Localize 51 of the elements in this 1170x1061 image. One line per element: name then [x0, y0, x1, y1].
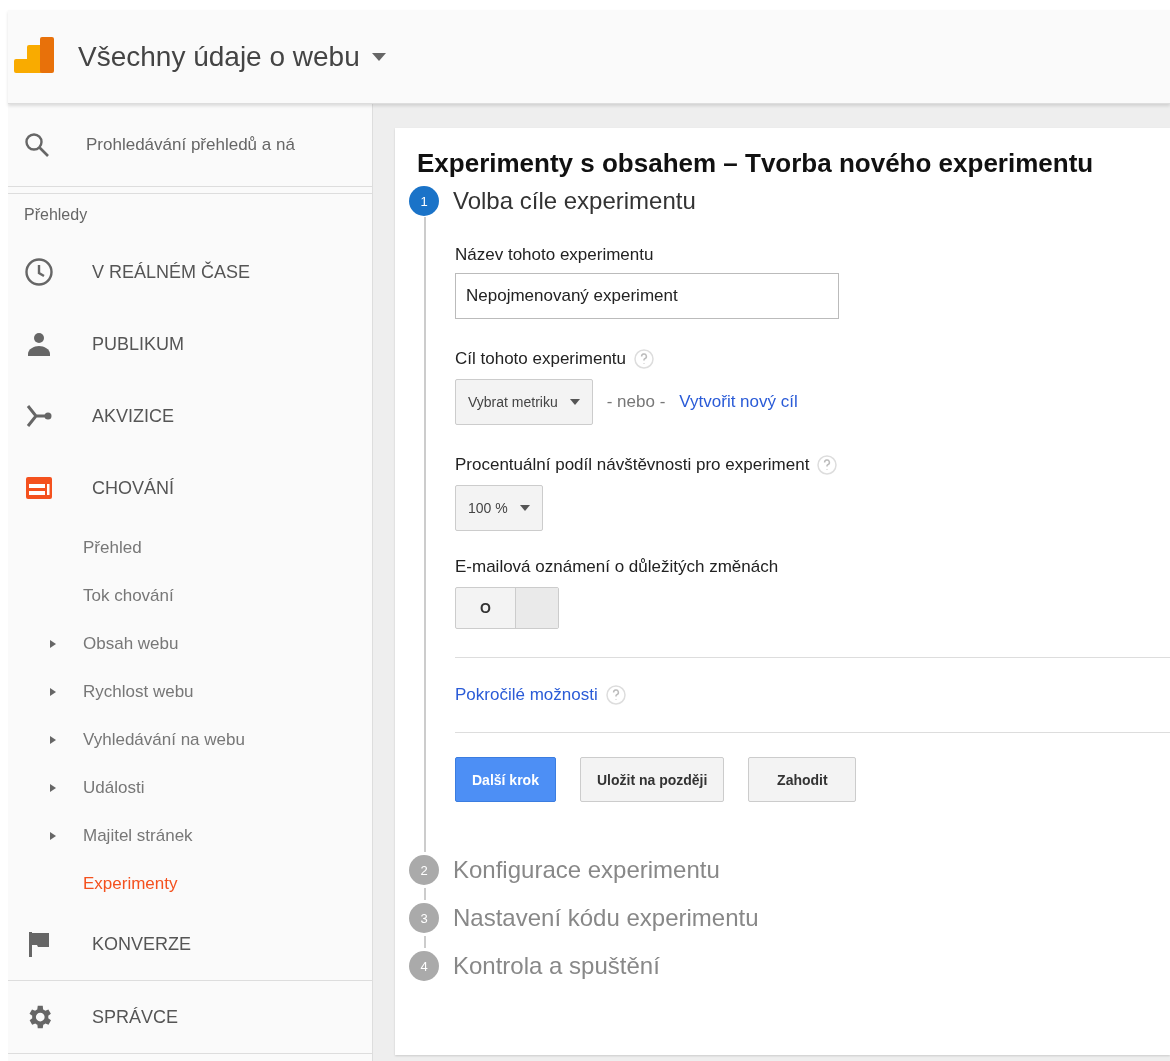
- caret-icon: [48, 735, 58, 745]
- search-icon: [24, 132, 50, 158]
- field-label: Procentuální podíl návštěvnosti pro experiment: [455, 455, 810, 475]
- step-number: 1: [409, 186, 439, 216]
- caret-icon: [569, 399, 580, 405]
- caret-icon: [48, 783, 58, 793]
- nav-subitem[interactable]: Rychlost webu: [8, 668, 372, 716]
- field-label: Název tohoto experimentu: [455, 245, 655, 265]
- page-title: Experimenty s obsahem – Tvorba nového experimentu: [417, 148, 1095, 179]
- property-selector[interactable]: Všechny údaje o webu: [78, 40, 386, 73]
- section-heading: Přehledy: [23, 205, 89, 225]
- action-button[interactable]: Zahodit: [748, 757, 857, 802]
- nav-item[interactable]: AKVIZICE: [8, 380, 372, 452]
- separator-text: - nebo -: [606, 392, 666, 412]
- clock-icon: [24, 257, 54, 287]
- nav-item[interactable]: SPRÁVCE: [8, 980, 372, 1054]
- advanced-options-link[interactable]: Pokročilé možnosti: [455, 685, 598, 705]
- percent-dropdown[interactable]: 100 %: [455, 485, 543, 531]
- help-icon[interactable]: [605, 685, 626, 705]
- step-number: 2: [409, 855, 439, 885]
- caret-icon: [48, 831, 58, 841]
- step-number: 4: [409, 951, 439, 981]
- nav-item[interactable]: PUBLIKUM: [8, 308, 372, 380]
- nav-subitem[interactable]: Majitel stránek: [8, 812, 372, 860]
- nav-subitem[interactable]: Obsah webu: [8, 620, 372, 668]
- action-button[interactable]: Uložit na později: [579, 757, 725, 802]
- nav-subitem[interactable]: Přehled: [8, 524, 372, 572]
- nav-item[interactable]: KONVERZE: [8, 908, 372, 980]
- metric-dropdown[interactable]: Vybrat metriku: [455, 379, 593, 425]
- nav-subitem[interactable]: Vyhledávání na webu: [8, 716, 372, 764]
- create-goal-link[interactable]: Vytvořit nový cíl: [679, 392, 798, 412]
- step-title: Nastavení kódu experimentu: [453, 904, 759, 932]
- caret-icon: [48, 639, 58, 649]
- caret-icon: [48, 687, 58, 697]
- field-label: Cíl tohoto experimentu: [455, 349, 627, 369]
- search-field[interactable]: Prohledávání přehledů a ná: [84, 134, 348, 156]
- field-label: E-mailová oznámení o důležitých změnách: [455, 557, 780, 577]
- step-number: 3: [409, 903, 439, 933]
- caret-icon: [519, 505, 530, 511]
- nav-subitem[interactable]: Události: [8, 764, 372, 812]
- help-icon[interactable]: [634, 349, 655, 369]
- nav-item[interactable]: V REÁLNÉM ČASE: [8, 236, 372, 308]
- nav-subitem[interactable]: Tok chování: [8, 572, 372, 620]
- step-title: Konfigurace experimentu: [453, 856, 720, 884]
- help-icon[interactable]: [817, 455, 838, 475]
- step-title: Kontrola a spuštění: [453, 952, 660, 980]
- input-field[interactable]: Nepojmenovaný experiment: [455, 273, 839, 319]
- toggle-switch[interactable]: O: [455, 587, 559, 629]
- step-title: Volba cíle experimentu: [453, 187, 696, 215]
- caret-icon: [371, 52, 386, 61]
- nav-item[interactable]: CHOVÁNÍ: [8, 452, 372, 524]
